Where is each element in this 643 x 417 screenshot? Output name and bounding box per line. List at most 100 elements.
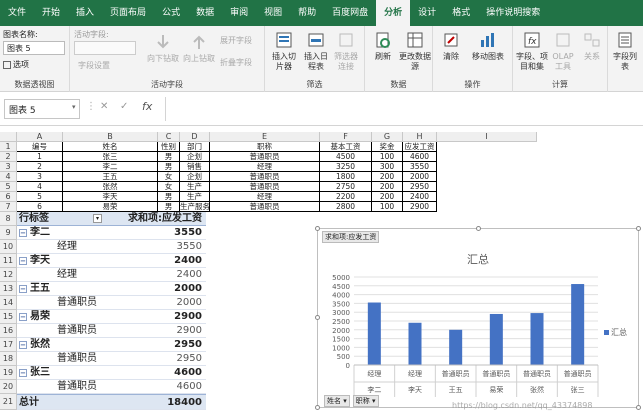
- collapse-icon[interactable]: −: [19, 369, 27, 377]
- row-header-6[interactable]: 6: [0, 192, 17, 202]
- tab-0[interactable]: 文件: [0, 0, 34, 26]
- insert-timeline-button[interactable]: 插入日程表: [301, 30, 331, 72]
- tab-12[interactable]: 格式: [444, 0, 478, 26]
- resize-handle-bl[interactable]: [315, 405, 320, 410]
- row-header-16[interactable]: 16: [0, 324, 17, 338]
- table-cell[interactable]: 2400: [403, 192, 437, 202]
- pivot-group-row[interactable]: − 张三 4600: [17, 366, 206, 380]
- table-cell[interactable]: 3250: [320, 162, 372, 172]
- fields-items-sets-button[interactable]: fx 字段、项目和集: [515, 30, 549, 72]
- table-cell[interactable]: 男: [158, 202, 180, 212]
- expand-field-button[interactable]: 展开字段: [220, 36, 252, 46]
- tab-13[interactable]: 操作说明搜索: [478, 0, 548, 26]
- table-cell[interactable]: 1: [17, 152, 63, 162]
- table-cell[interactable]: 企划: [180, 172, 210, 182]
- row-header-2[interactable]: 2: [0, 152, 17, 162]
- table-cell[interactable]: 李二: [63, 162, 158, 172]
- pivot-detail-row[interactable]: 普通职员 2000: [17, 296, 206, 310]
- row-header-13[interactable]: 13: [0, 282, 17, 296]
- column-header-A[interactable]: A: [17, 132, 63, 142]
- pivot-detail-row[interactable]: 经理 2400: [17, 268, 206, 282]
- row-header-12[interactable]: 12: [0, 268, 17, 282]
- table-cell[interactable]: 销售: [180, 162, 210, 172]
- row-header-7[interactable]: 7: [0, 202, 17, 212]
- row-header-3[interactable]: 3: [0, 162, 17, 172]
- row-header-21[interactable]: 21: [0, 394, 17, 410]
- table-cell[interactable]: 普通职员: [210, 172, 320, 182]
- pivot-detail-row[interactable]: 普通职员 2950: [17, 352, 206, 366]
- row-header-4[interactable]: 4: [0, 172, 17, 182]
- resize-handle-br[interactable]: [636, 405, 641, 410]
- table-cell[interactable]: 男: [158, 192, 180, 202]
- filter-button-title[interactable]: 职称 ▾: [352, 395, 379, 407]
- row-header-8[interactable]: 8: [0, 212, 17, 226]
- tab-5[interactable]: 数据: [188, 0, 222, 26]
- pivot-total-row[interactable]: 总计 18400: [17, 394, 206, 410]
- resize-handle-top[interactable]: [476, 226, 481, 231]
- row-header-9[interactable]: 9: [0, 226, 17, 240]
- filter-button-name[interactable]: 姓名 ▾: [324, 395, 350, 407]
- table-cell[interactable]: 张然: [63, 182, 158, 192]
- row-header-5[interactable]: 5: [0, 182, 17, 192]
- table-header-cell[interactable]: 姓名: [63, 142, 158, 152]
- collapse-icon[interactable]: −: [19, 285, 27, 293]
- collapse-icon[interactable]: −: [19, 341, 27, 349]
- pivot-group-row[interactable]: − 王五 2000: [17, 282, 206, 296]
- formula-bar-options-icon[interactable]: ⋮: [86, 101, 96, 112]
- table-cell[interactable]: 王五: [63, 172, 158, 182]
- table-header-cell[interactable]: 应发工资: [403, 142, 437, 152]
- table-cell[interactable]: 2800: [320, 202, 372, 212]
- tab-3[interactable]: 页面布局: [102, 0, 154, 26]
- cancel-icon[interactable]: ✕: [100, 101, 108, 112]
- table-header-cell[interactable]: 部门: [180, 142, 210, 152]
- column-header-C[interactable]: C: [158, 132, 180, 142]
- pivot-detail-row[interactable]: 经理 3550: [17, 240, 206, 254]
- table-cell[interactable]: 2950: [403, 182, 437, 192]
- table-cell[interactable]: 2000: [403, 172, 437, 182]
- tab-11[interactable]: 设计: [410, 0, 444, 26]
- table-cell[interactable]: 易荣: [63, 202, 158, 212]
- name-box-dropdown-icon[interactable]: ▾: [72, 103, 76, 111]
- column-header-F[interactable]: F: [320, 132, 372, 142]
- row-header-15[interactable]: 15: [0, 310, 17, 324]
- field-settings-button[interactable]: 字段设置: [78, 61, 110, 71]
- relationships-button[interactable]: 关系: [579, 30, 605, 62]
- move-chart-button[interactable]: 移动图表: [467, 30, 509, 62]
- table-header-cell[interactable]: 编号: [17, 142, 63, 152]
- table-cell[interactable]: 200: [372, 172, 403, 182]
- row-header-19[interactable]: 19: [0, 366, 17, 380]
- change-data-source-button[interactable]: 更改数据源: [399, 30, 431, 72]
- table-cell[interactable]: 1800: [320, 172, 372, 182]
- tab-9[interactable]: 百度网盘: [324, 0, 376, 26]
- tab-10[interactable]: 分析: [376, 0, 411, 26]
- column-header-I[interactable]: I: [437, 132, 537, 142]
- table-cell[interactable]: 4600: [403, 152, 437, 162]
- tab-1[interactable]: 开始: [34, 0, 68, 26]
- column-header-H[interactable]: H: [403, 132, 437, 142]
- column-header-E[interactable]: E: [210, 132, 320, 142]
- table-header-cell[interactable]: 基本工资: [320, 142, 372, 152]
- enter-icon[interactable]: ✓: [120, 101, 128, 112]
- name-box[interactable]: 图表 5: [4, 99, 80, 119]
- table-cell[interactable]: 男: [158, 162, 180, 172]
- table-cell[interactable]: 4500: [320, 152, 372, 162]
- table-cell[interactable]: 2750: [320, 182, 372, 192]
- row-labels-filter-icon[interactable]: ▾: [93, 214, 102, 223]
- table-cell[interactable]: 2: [17, 162, 63, 172]
- table-cell[interactable]: 200: [372, 192, 403, 202]
- field-list-button[interactable]: 字段列表: [610, 30, 640, 72]
- pivot-detail-row[interactable]: 普通职员 2900: [17, 324, 206, 338]
- row-header-1[interactable]: 1: [0, 142, 17, 152]
- table-cell[interactable]: 女: [158, 172, 180, 182]
- filter-connections-button[interactable]: 筛选器连接: [331, 30, 361, 72]
- drill-down-button[interactable]: 向下钻取: [146, 32, 180, 64]
- table-cell[interactable]: 3550: [403, 162, 437, 172]
- table-cell[interactable]: 普通职员: [210, 152, 320, 162]
- insert-function-icon[interactable]: fx: [142, 100, 152, 113]
- tab-4[interactable]: 公式: [154, 0, 188, 26]
- pivot-group-row[interactable]: − 易荣 2900: [17, 310, 206, 324]
- table-cell[interactable]: 生产: [180, 182, 210, 192]
- pivot-chart[interactable]: 求和项:应发工资 汇总 0 500 1000 1500 2000 2500 3000 3500…: [315, 226, 641, 410]
- chart-name-input[interactable]: 图表 5: [3, 41, 65, 55]
- table-cell[interactable]: 经理: [210, 192, 320, 202]
